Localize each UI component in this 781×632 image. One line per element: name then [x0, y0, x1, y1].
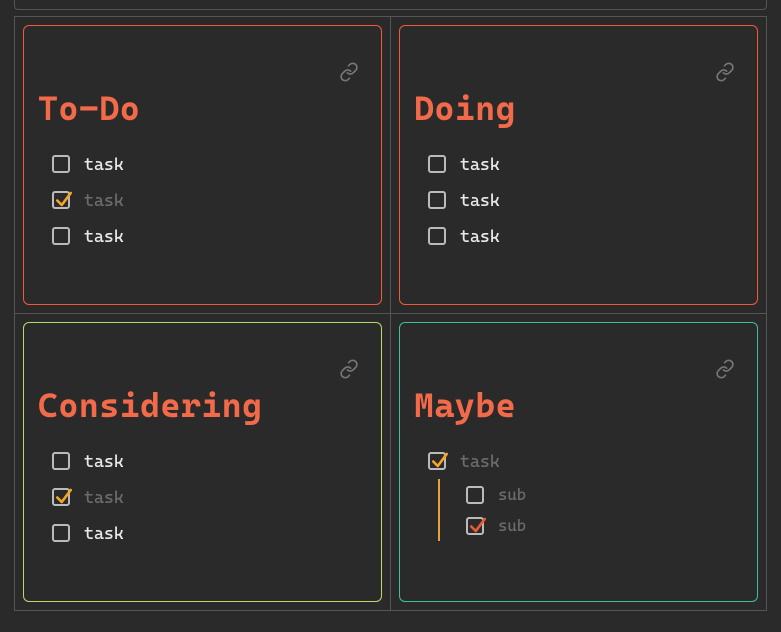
- card-considering: Considering task task task: [23, 322, 382, 602]
- board-grid: To-Do task task task: [14, 16, 767, 611]
- list-item: task: [52, 515, 367, 551]
- task-label: task: [84, 226, 124, 246]
- checkbox[interactable]: [428, 227, 446, 245]
- subtask-list: sub sub: [438, 479, 743, 541]
- list-item: task: [428, 146, 743, 182]
- checkbox[interactable]: [428, 191, 446, 209]
- card-title: Maybe: [414, 385, 743, 425]
- link-icon[interactable]: [339, 359, 359, 379]
- list-item: task sub sub: [428, 443, 743, 541]
- list-item: task: [428, 218, 743, 254]
- list-item: task: [52, 479, 367, 515]
- list-item: sub: [466, 479, 743, 510]
- task-label: task: [460, 154, 500, 174]
- task-label: task: [84, 487, 124, 507]
- list-item: task: [52, 218, 367, 254]
- task-label: task: [84, 154, 124, 174]
- checkbox[interactable]: [52, 155, 70, 173]
- checkbox[interactable]: [428, 155, 446, 173]
- task-list: task task task: [414, 146, 743, 254]
- list-item: task: [428, 182, 743, 218]
- checkbox[interactable]: [52, 524, 70, 542]
- checkmark-icon: [55, 485, 73, 507]
- link-icon[interactable]: [715, 62, 735, 82]
- cell-maybe: Maybe task sub: [391, 314, 767, 611]
- task-list: task task task: [38, 146, 367, 254]
- cell-considering: Considering task task task: [15, 314, 391, 611]
- checkmark-icon: [431, 449, 449, 471]
- card-maybe: Maybe task sub: [399, 322, 758, 602]
- subtask-label: sub: [498, 516, 526, 535]
- checkbox[interactable]: [52, 191, 70, 209]
- card-title: Doing: [414, 88, 743, 128]
- task-label: task: [84, 451, 124, 471]
- cell-doing: Doing task task task: [391, 17, 767, 314]
- card-title: Considering: [38, 385, 367, 425]
- link-icon[interactable]: [715, 359, 735, 379]
- list-item: task: [52, 443, 367, 479]
- list-item: task: [52, 146, 367, 182]
- checkbox[interactable]: [52, 227, 70, 245]
- checkmark-icon: [55, 188, 73, 210]
- task-label: task: [460, 451, 500, 471]
- checkbox[interactable]: [52, 452, 70, 470]
- checkbox[interactable]: [466, 486, 484, 504]
- task-label: task: [84, 190, 124, 210]
- task-label: task: [460, 190, 500, 210]
- task-list: task task task: [38, 443, 367, 551]
- card-doing: Doing task task task: [399, 25, 758, 305]
- task-label: task: [460, 226, 500, 246]
- card-todo: To-Do task task task: [23, 25, 382, 305]
- header-bar-fragment: [14, 0, 767, 10]
- checkmark-icon: [469, 514, 487, 536]
- checkbox[interactable]: [52, 488, 70, 506]
- task-list: task sub sub: [414, 443, 743, 541]
- checkbox[interactable]: [428, 452, 446, 470]
- list-item: task: [52, 182, 367, 218]
- card-title: To-Do: [38, 88, 367, 128]
- task-label: task: [84, 523, 124, 543]
- subtask-label: sub: [498, 485, 526, 504]
- checkbox[interactable]: [466, 517, 484, 535]
- link-icon[interactable]: [339, 62, 359, 82]
- cell-todo: To-Do task task task: [15, 17, 391, 314]
- list-item: sub: [466, 510, 743, 541]
